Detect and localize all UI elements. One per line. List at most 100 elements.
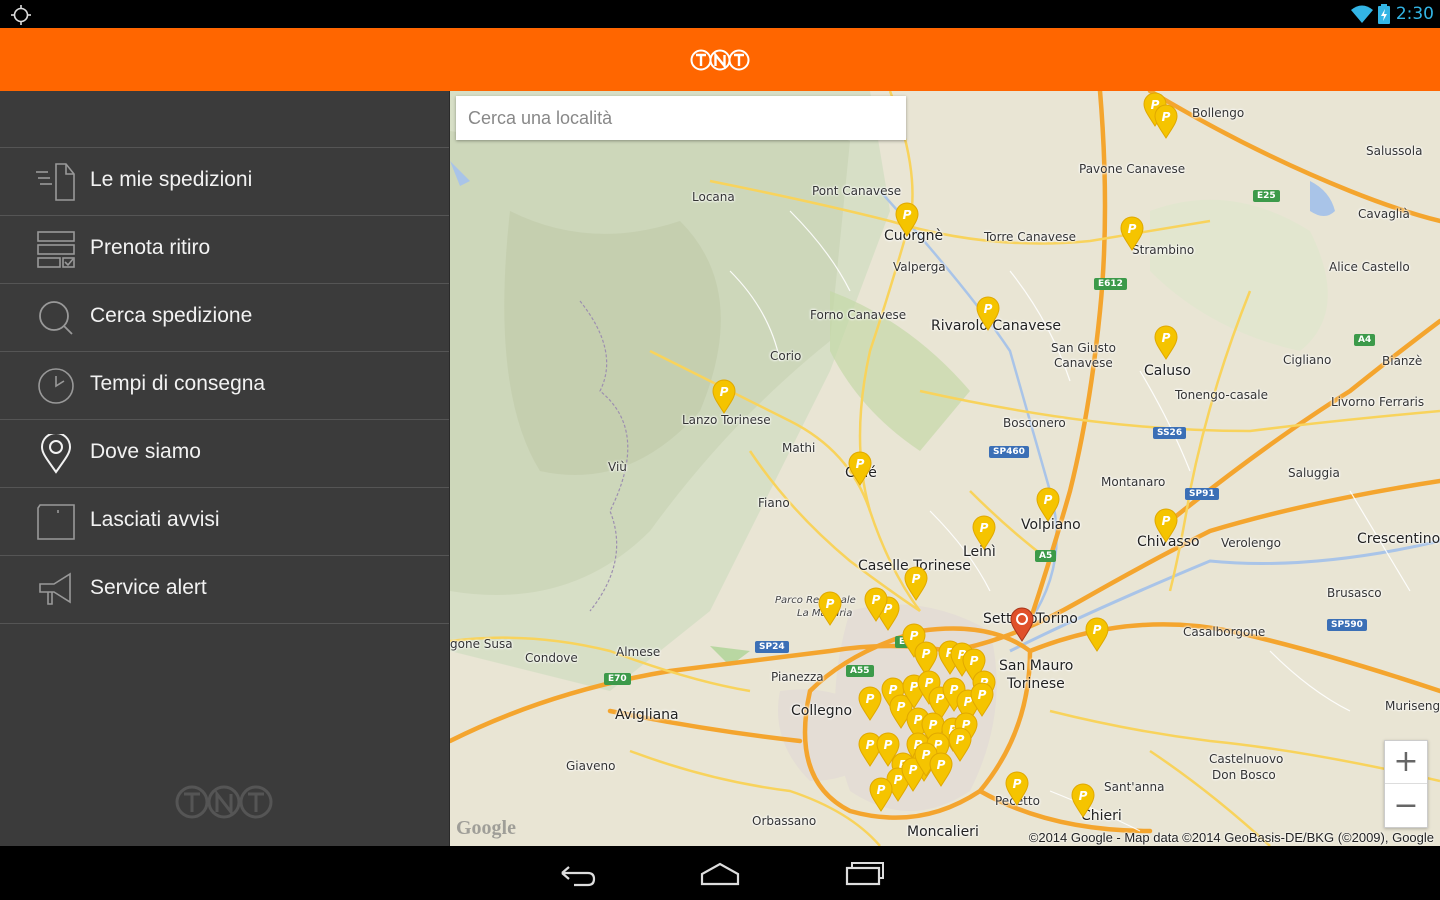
svg-text:P: P	[826, 597, 835, 611]
notice-icon	[37, 504, 75, 540]
service-point-pin[interactable]: P	[1070, 782, 1096, 818]
home-icon[interactable]	[698, 858, 742, 888]
svg-text:P: P	[877, 783, 886, 797]
place-label: Pianezza	[771, 670, 824, 684]
service-point-pin[interactable]: P	[1153, 507, 1179, 543]
service-point-pin[interactable]: P	[971, 514, 997, 550]
menu-item-notices[interactable]: Lasciati avvisi	[0, 488, 449, 556]
place-label: Condove	[525, 651, 578, 665]
place-label: Pont Canavese	[812, 184, 902, 198]
service-point-pin[interactable]: P	[975, 295, 1001, 331]
service-point-pin[interactable]: P	[1153, 103, 1179, 139]
menu-item-where-we-are[interactable]: Dove siamo	[0, 420, 449, 488]
road-shield: SP91	[1185, 488, 1219, 500]
service-point-pin[interactable]: P	[817, 590, 843, 626]
svg-text:P: P	[872, 593, 881, 607]
menu-item-label: Prenota ritiro	[90, 236, 211, 259]
clock-icon	[38, 368, 74, 404]
menu-item-book-pickup[interactable]: Prenota ritiro	[0, 216, 449, 284]
place-label: Pavone Canavese	[1079, 162, 1186, 176]
map-view[interactable]: Bollengo Salussola Pont Canavese Locana …	[449, 91, 1440, 846]
road-shield: A55	[846, 665, 874, 677]
service-point-pin[interactable]: P	[1153, 324, 1179, 360]
zoom-in-button[interactable]: +	[1385, 741, 1427, 784]
svg-text:P: P	[978, 688, 987, 702]
place-label: Sant'anna	[1104, 780, 1165, 794]
menu-item-label: Le mie spedizioni	[90, 168, 253, 191]
place-label: Brusasco	[1327, 586, 1382, 600]
place-label: Collegno	[791, 703, 853, 719]
place-label: Parco Regionale	[775, 595, 856, 606]
zoom-controls: + −	[1384, 740, 1428, 828]
location-search-input[interactable]	[456, 96, 906, 140]
svg-text:P: P	[1093, 623, 1102, 637]
place-label: gone Susa	[450, 637, 513, 651]
service-point-pin[interactable]: P	[903, 565, 929, 601]
place-label: Verolengo	[1221, 536, 1281, 550]
svg-text:P: P	[1013, 777, 1022, 791]
place-label: Castelnuovo	[1209, 752, 1284, 766]
service-point-pin[interactable]: P	[868, 776, 894, 812]
service-point-pin[interactable]: P	[863, 586, 889, 622]
place-label: Viù	[608, 460, 627, 474]
service-point-pin[interactable]: P	[1119, 215, 1145, 251]
search-icon	[39, 301, 73, 335]
menu-item-label: Cerca spedizione	[90, 304, 253, 327]
road-shield: SS26	[1153, 427, 1187, 439]
place-label: Caluso	[1144, 363, 1191, 379]
zoom-out-button[interactable]: −	[1385, 784, 1427, 827]
booking-icon	[37, 231, 75, 268]
place-label: Murisengo	[1385, 699, 1440, 713]
menu-item-search-shipment[interactable]: Cerca spedizione	[0, 284, 449, 352]
service-point-pin[interactable]: P	[1004, 770, 1030, 806]
place-label: Mathi	[782, 441, 816, 455]
place-label: Moncalieri	[907, 824, 979, 840]
status-bar: 2:30	[0, 0, 1440, 28]
drawer-header	[0, 91, 449, 148]
service-point-pin[interactable]: P	[847, 450, 873, 486]
selected-location-pin[interactable]	[1009, 606, 1035, 642]
map-copyright: ©2014 Google - Map data ©2014 GeoBasis-D…	[1028, 830, 1434, 845]
svg-text:P: P	[856, 457, 865, 471]
location-pin-icon	[40, 434, 72, 474]
recent-apps-icon[interactable]	[843, 858, 887, 888]
place-label: Cigliano	[1283, 353, 1332, 367]
svg-text:P: P	[980, 521, 989, 535]
menu-item-label: Dove siamo	[90, 440, 201, 463]
svg-text:P: P	[1162, 110, 1171, 124]
shipments-icon	[36, 163, 75, 201]
place-label: Torino	[1036, 611, 1078, 627]
service-point-pin[interactable]: P	[1084, 616, 1110, 652]
place-label: Torre Canavese	[984, 230, 1077, 244]
road-shield: SP24	[755, 641, 789, 653]
menu-item-service-alert[interactable]: Service alert	[0, 556, 449, 624]
menu-item-label: Tempi di consegna	[90, 372, 266, 395]
road-shield: E70	[604, 673, 631, 685]
service-point-pin[interactable]: P	[947, 726, 973, 762]
menu-item-delivery-times[interactable]: Tempi di consegna	[0, 352, 449, 420]
svg-text:P: P	[929, 718, 938, 732]
place-label: Salussola	[1366, 144, 1423, 158]
place-label: Livorno Ferraris	[1331, 395, 1425, 409]
back-icon[interactable]	[554, 858, 598, 888]
svg-text:P: P	[1079, 789, 1088, 803]
place-label: Tonengo-casale	[1175, 388, 1269, 402]
place-label: San Giusto	[1051, 341, 1116, 355]
clock-time: 2:30	[1395, 4, 1434, 24]
svg-text:P: P	[903, 208, 912, 222]
service-point-pin[interactable]: P	[1035, 486, 1061, 522]
service-point-pin[interactable]: P	[711, 378, 737, 414]
svg-text:P: P	[912, 572, 921, 586]
place-label: Orbassano	[752, 814, 817, 828]
battery-icon	[1377, 4, 1390, 24]
svg-text:P: P	[1128, 222, 1137, 236]
place-label: San Mauro	[999, 658, 1074, 674]
road-shield: SP590	[1327, 619, 1367, 631]
place-label: Forno Canavese	[810, 308, 907, 322]
megaphone-icon	[39, 572, 71, 605]
place-label: Lanzo Torinese	[682, 413, 771, 427]
menu-item-my-shipments[interactable]: Le mie spedizioni	[0, 148, 449, 216]
place-label: Saluggia	[1288, 466, 1340, 480]
road-shield: E25	[1253, 190, 1280, 202]
service-point-pin[interactable]: P	[894, 201, 920, 237]
